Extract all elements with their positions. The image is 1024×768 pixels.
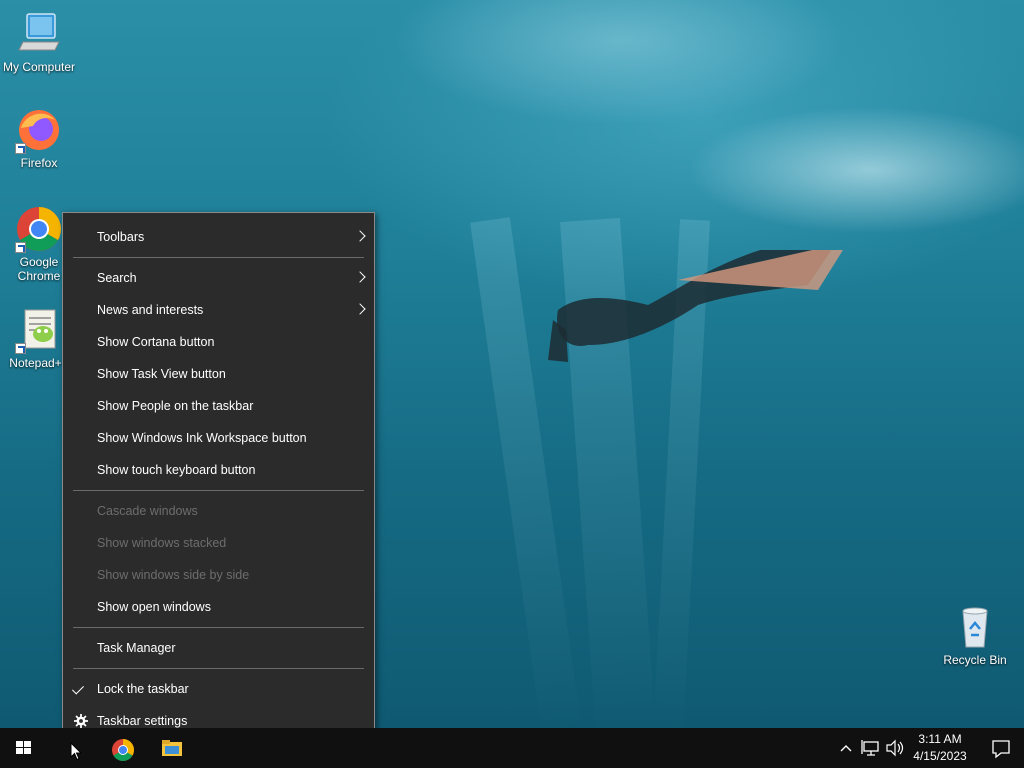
menu-item-label: Task Manager <box>97 641 176 655</box>
desktop-icon-label: Recycle Bin <box>943 653 1007 667</box>
chevron-up-icon <box>840 745 852 752</box>
menu-divider <box>73 627 364 628</box>
menu-item-search[interactable]: Search <box>63 262 374 294</box>
desktop-icon-label: Firefox <box>20 156 58 170</box>
chrome-icon <box>112 739 134 761</box>
menu-item-task-manager[interactable]: Task Manager <box>63 632 374 664</box>
desktop-icon-label: My Computer <box>2 60 76 74</box>
chevron-right-icon <box>354 303 366 315</box>
shortcut-arrow-icon <box>15 143 26 154</box>
menu-item-label: Lock the taskbar <box>97 682 189 696</box>
clock-time: 3:11 AM <box>918 732 962 746</box>
menu-item-show-open-windows[interactable]: Show open windows <box>63 591 374 623</box>
notification-icon <box>992 740 1010 759</box>
chrome-icon <box>15 205 63 253</box>
menu-item-label: Show windows stacked <box>97 536 227 550</box>
menu-item-label: Cascade windows <box>97 504 198 518</box>
computer-icon <box>15 10 63 58</box>
menu-item-lock-the-taskbar[interactable]: Lock the taskbar <box>63 673 374 705</box>
recycle-bin-icon <box>951 603 999 651</box>
menu-item-label: Show Cortana button <box>97 335 215 349</box>
taskbar-chrome-button[interactable] <box>99 728 147 768</box>
menu-item-label: News and interests <box>97 303 204 317</box>
desktop-icon-firefox[interactable]: Firefox <box>1 106 77 170</box>
menu-item-show-task-view-button[interactable]: Show Task View button <box>63 358 374 390</box>
desktop-icon-recycle-bin[interactable]: Recycle Bin <box>937 603 1013 667</box>
volume-button[interactable] <box>884 728 906 768</box>
menu-divider <box>73 668 364 669</box>
menu-item-toolbars[interactable]: Toolbars <box>63 221 374 253</box>
menu-item-label: Show touch keyboard button <box>97 463 256 477</box>
menu-item-show-windows-side-by-side: Show windows side by side <box>63 559 374 591</box>
chevron-right-icon <box>354 271 366 283</box>
menu-item-label: Show open windows <box>97 600 211 614</box>
network-icon <box>861 740 879 756</box>
menu-item-label: Taskbar settings <box>97 714 188 728</box>
shortcut-arrow-icon <box>15 343 26 354</box>
menu-item-show-people[interactable]: Show People on the taskbar <box>63 390 374 422</box>
menu-divider <box>73 490 364 491</box>
menu-item-news-and-interests[interactable]: News and interests <box>63 294 374 326</box>
menu-item-show-cortana-button[interactable]: Show Cortana button <box>63 326 374 358</box>
desktop-icon-my-computer[interactable]: My Computer <box>1 10 77 74</box>
file-explorer-icon <box>162 740 182 756</box>
menu-item-label: Toolbars <box>97 230 145 244</box>
firefox-icon <box>15 106 63 154</box>
menu-item-show-touch-keyboard[interactable]: Show touch keyboard button <box>63 454 374 486</box>
menu-item-label: Show Task View button <box>97 367 226 381</box>
chevron-right-icon <box>354 230 366 242</box>
taskbar-context-menu: Toolbars Search News and interests Show … <box>62 212 375 746</box>
show-hidden-icons-button[interactable] <box>836 728 856 768</box>
clock-date: 4/15/2023 <box>913 749 967 763</box>
menu-item-show-windows-stacked: Show windows stacked <box>63 527 374 559</box>
network-button[interactable] <box>860 728 882 768</box>
taskbar-file-explorer-button[interactable] <box>148 728 196 768</box>
volume-icon <box>886 739 904 757</box>
gear-icon <box>74 714 88 728</box>
menu-item-label: Show People on the taskbar <box>97 399 254 413</box>
windows-start-icon <box>16 741 31 754</box>
action-center-button[interactable] <box>978 728 1024 768</box>
mouse-cursor-icon <box>70 742 82 761</box>
diver-image <box>548 250 843 362</box>
notepad-plus-plus-icon <box>15 306 63 354</box>
start-button[interactable] <box>0 728 48 768</box>
menu-item-label: Show Windows Ink Workspace button <box>97 431 307 445</box>
shortcut-arrow-icon <box>15 242 26 253</box>
taskbar-clock[interactable]: 3:11 AM 4/15/2023 <box>905 731 975 765</box>
menu-item-cascade-windows: Cascade windows <box>63 495 374 527</box>
menu-divider <box>73 257 364 258</box>
taskbar: 3:11 AM 4/15/2023 <box>0 728 1024 768</box>
menu-item-label: Show windows side by side <box>97 568 250 582</box>
menu-item-label: Search <box>97 271 137 285</box>
checkmark-icon <box>71 682 85 695</box>
menu-item-show-windows-ink-workspace[interactable]: Show Windows Ink Workspace button <box>63 422 374 454</box>
